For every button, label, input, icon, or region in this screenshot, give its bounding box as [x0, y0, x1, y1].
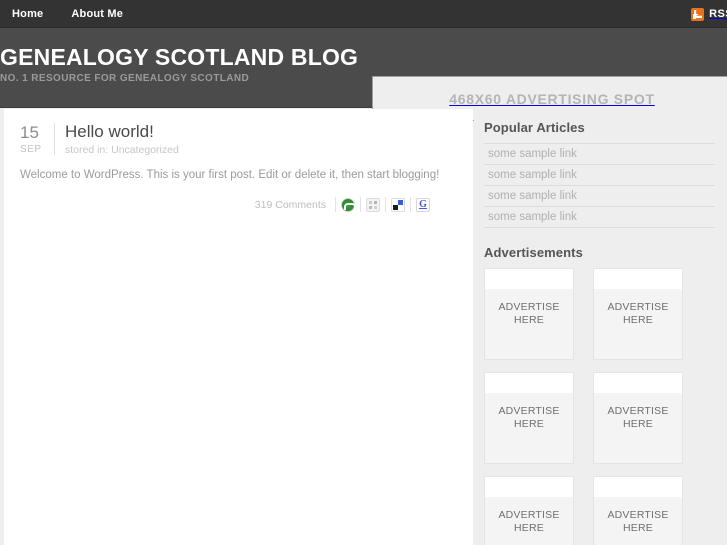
rss-feed-link[interactable]: RSS — [691, 0, 727, 28]
post-header-divider — [54, 123, 55, 155]
delicious-icon[interactable] — [391, 197, 405, 212]
post-date-month: SEP — [20, 144, 42, 155]
advertise-here-box-inner: ADVERTISE HERE — [485, 393, 573, 463]
site-tagline: NO. 1 RESOURCE FOR GENEALOGY SCOTLAND — [0, 73, 250, 84]
share-separator-4 — [410, 197, 411, 212]
list-item: some sample link — [484, 165, 715, 186]
list-item: some sample link — [484, 207, 715, 228]
advertise-here-box-inner: ADVERTISE HERE — [594, 289, 682, 359]
sidebar: Popular Articles some sample link some s… — [474, 109, 727, 545]
advertise-here-box-3[interactable]: ADVERTISE HERE — [484, 372, 574, 464]
share-separator-2 — [360, 197, 361, 212]
main-content: 15 SEP Hello world! stored in: Uncategor… — [4, 109, 473, 545]
advertisement-grid: ADVERTISE HERE ADVERTISE HERE ADVERTISE … — [484, 268, 715, 545]
nav-item-about-me[interactable]: About Me — [57, 0, 137, 28]
share-separator-1 — [335, 197, 336, 212]
popular-article-link-4[interactable]: some sample link — [484, 207, 715, 227]
comments-count-link[interactable]: 319 Comments — [255, 199, 335, 211]
popular-article-link-2[interactable]: some sample link — [484, 165, 715, 185]
nav-item-home[interactable]: Home — [0, 0, 57, 28]
advertise-here-box-5[interactable]: ADVERTISE HERE — [484, 476, 574, 545]
site-header: GENEALOGY SCOTLAND BLOG NO. 1 RESOURCE F… — [0, 28, 727, 121]
page-root: Home About Me RSS GENEALOGY SCOTLAND BLO… — [0, 0, 727, 545]
advertise-here-box-6[interactable]: ADVERTISE HERE — [593, 476, 683, 545]
site-branding[interactable]: GENEALOGY SCOTLAND BLOG NO. 1 RESOURCE F… — [0, 44, 358, 86]
post-date-day: 15 — [20, 123, 39, 142]
popular-articles-list: some sample link some sample link some s… — [484, 143, 715, 228]
sidebar-heading-advertisements: Advertisements — [484, 245, 583, 260]
rss-icon — [691, 7, 705, 21]
advertise-here-box-inner: ADVERTISE HERE — [485, 497, 573, 545]
post-header: 15 SEP Hello world! stored in: Uncategor… — [20, 121, 459, 157]
post-title-group: Hello world! stored in: Uncategorized — [65, 121, 459, 157]
share-separator-3 — [385, 197, 386, 212]
post-title[interactable]: Hello world! — [65, 121, 459, 142]
advertise-here-label: ADVERTISE HERE — [498, 301, 560, 326]
list-item: some sample link — [484, 143, 715, 165]
rss-waves-icon — [693, 10, 702, 19]
post-date: 15 SEP — [20, 121, 54, 156]
advertise-here-label: ADVERTISE HERE — [607, 405, 669, 430]
rss-label: RSS — [709, 8, 727, 20]
top-navigation-bar: Home About Me RSS — [0, 0, 727, 28]
google-icon[interactable]: G — [416, 197, 430, 212]
technorati-icon[interactable] — [366, 197, 380, 212]
advertise-here-label: ADVERTISE HERE — [498, 405, 560, 430]
post-category-meta[interactable]: stored in: Uncategorized — [65, 143, 459, 157]
stumbleupon-icon[interactable] — [341, 197, 356, 212]
header-ad-banner-label: 468X60 ADVERTISING SPOT — [449, 90, 655, 107]
advertise-here-label: ADVERTISE HERE — [498, 509, 560, 534]
advertise-here-label: ADVERTISE HERE — [607, 509, 669, 534]
popular-article-link-3[interactable]: some sample link — [484, 186, 715, 206]
list-item: some sample link — [484, 186, 715, 207]
blog-post: 15 SEP Hello world! stored in: Uncategor… — [4, 109, 473, 212]
site-title: GENEALOGY SCOTLAND BLOG — [0, 44, 359, 70]
advertise-here-box-1[interactable]: ADVERTISE HERE — [484, 268, 574, 360]
advertise-here-label: ADVERTISE HERE — [607, 301, 669, 326]
post-footer: 319 Comments G — [20, 197, 459, 212]
advertise-here-box-inner: ADVERTISE HERE — [594, 393, 682, 463]
advertise-here-box-4[interactable]: ADVERTISE HERE — [593, 372, 683, 464]
advertise-here-box-inner: ADVERTISE HERE — [594, 497, 682, 545]
popular-article-link-1[interactable]: some sample link — [484, 144, 715, 164]
advertise-here-box-2[interactable]: ADVERTISE HERE — [593, 268, 683, 360]
post-body-text: Welcome to WordPress. This is your first… — [20, 169, 440, 181]
advertise-here-box-inner: ADVERTISE HERE — [485, 289, 573, 359]
sidebar-heading-popular-articles: Popular Articles — [484, 120, 585, 135]
